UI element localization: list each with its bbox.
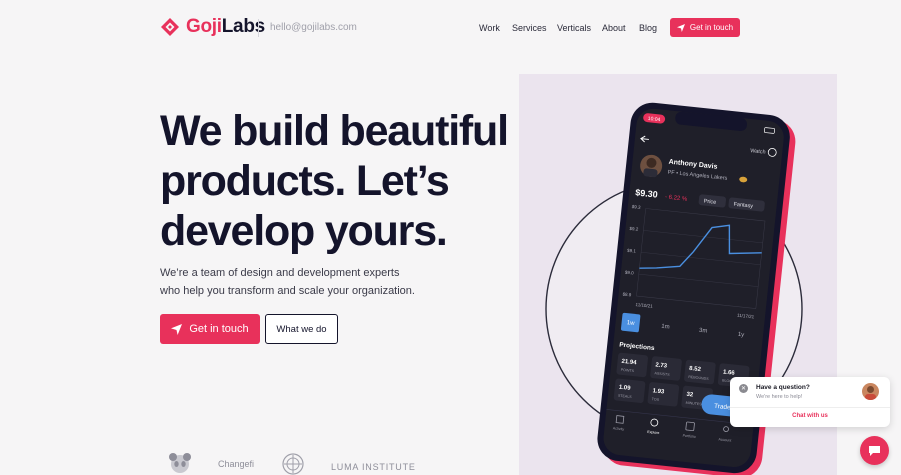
header-divider	[258, 19, 259, 37]
send-icon	[171, 323, 183, 335]
site-header: GojiLabs hello@gojilabs.com Work Service…	[0, 0, 901, 56]
chat-launcher-button[interactable]	[860, 436, 889, 465]
what-we-do-button[interactable]: What we do	[265, 314, 338, 344]
range-tab-1y[interactable]: 1y	[737, 332, 744, 339]
header-cta-label: Get in touch	[689, 23, 734, 32]
axis-label: $8.9	[622, 292, 632, 298]
logo-prefix: Goji	[186, 16, 222, 37]
send-icon	[676, 23, 685, 32]
hero-subtext: We’re a team of design and development e…	[160, 264, 460, 300]
nav-item-work[interactable]: Work	[479, 23, 500, 33]
get-in-touch-label: Get in touch	[189, 323, 249, 335]
wwf-panda-logo-icon	[169, 453, 191, 473]
chat-subtitle: We're here to help!	[756, 394, 803, 400]
stat-value: 32	[686, 392, 694, 399]
stat-value: 1.09	[618, 385, 631, 392]
axis-label: $9.1	[627, 248, 637, 254]
headline-line: We build beautiful	[160, 107, 509, 155]
hero-headline: We build beautiful products. Let’s devel…	[160, 106, 520, 256]
nav-item-verticals[interactable]: Verticals	[557, 23, 591, 33]
get-in-touch-button[interactable]: Get in touch	[160, 314, 260, 344]
who-emblem-logo-icon	[282, 453, 304, 475]
nav-item-services[interactable]: Services	[512, 23, 547, 33]
stat-label: TOS	[652, 397, 660, 402]
nav-item-blog[interactable]: Blog	[639, 23, 657, 33]
stat-value: 1.93	[652, 388, 665, 395]
client-logos: Changefi LUMA INSTITUTE	[160, 450, 480, 475]
client-changefi: Changefi	[218, 459, 255, 469]
range-tab-1m[interactable]: 1m	[661, 324, 670, 331]
range-tab-3m[interactable]: 3m	[699, 328, 708, 335]
stat-value: 1.66	[723, 369, 736, 376]
stat-value: 8.52	[689, 366, 702, 373]
chat-popup[interactable]: ✕ Have a question? We're here to help! C…	[730, 377, 890, 427]
axis-label: $9.3	[632, 204, 642, 210]
axis-label: $9.0	[625, 270, 635, 276]
header-email-link[interactable]: hello@gojilabs.com	[270, 22, 357, 33]
axis-label: $9.2	[629, 226, 639, 232]
chat-close-icon[interactable]: ✕	[739, 384, 748, 393]
headline-line: products. Let’s	[160, 157, 450, 205]
chat-title: Have a question?	[756, 384, 810, 391]
headline-line: develop yours.	[160, 207, 448, 255]
goji-logo-icon	[161, 18, 179, 36]
chat-with-us-link[interactable]: Chat with us	[730, 413, 890, 419]
subtext-line: We’re a team of design and development e…	[160, 267, 400, 279]
chat-bubble-icon	[869, 445, 880, 456]
nav-item-about[interactable]: About	[602, 23, 626, 33]
logo[interactable]: GojiLabs	[160, 16, 265, 38]
chat-divider	[730, 407, 890, 408]
what-we-do-label: What we do	[276, 323, 327, 335]
stat-value: 2.73	[655, 362, 668, 369]
subtext-line: who help you transform and scale your or…	[160, 285, 415, 297]
header-get-in-touch-button[interactable]: Get in touch	[670, 18, 740, 37]
client-luma-institute: LUMA INSTITUTE	[331, 462, 416, 472]
chat-agent-avatar	[862, 383, 879, 400]
range-tab-1w[interactable]: 1w	[626, 320, 635, 327]
